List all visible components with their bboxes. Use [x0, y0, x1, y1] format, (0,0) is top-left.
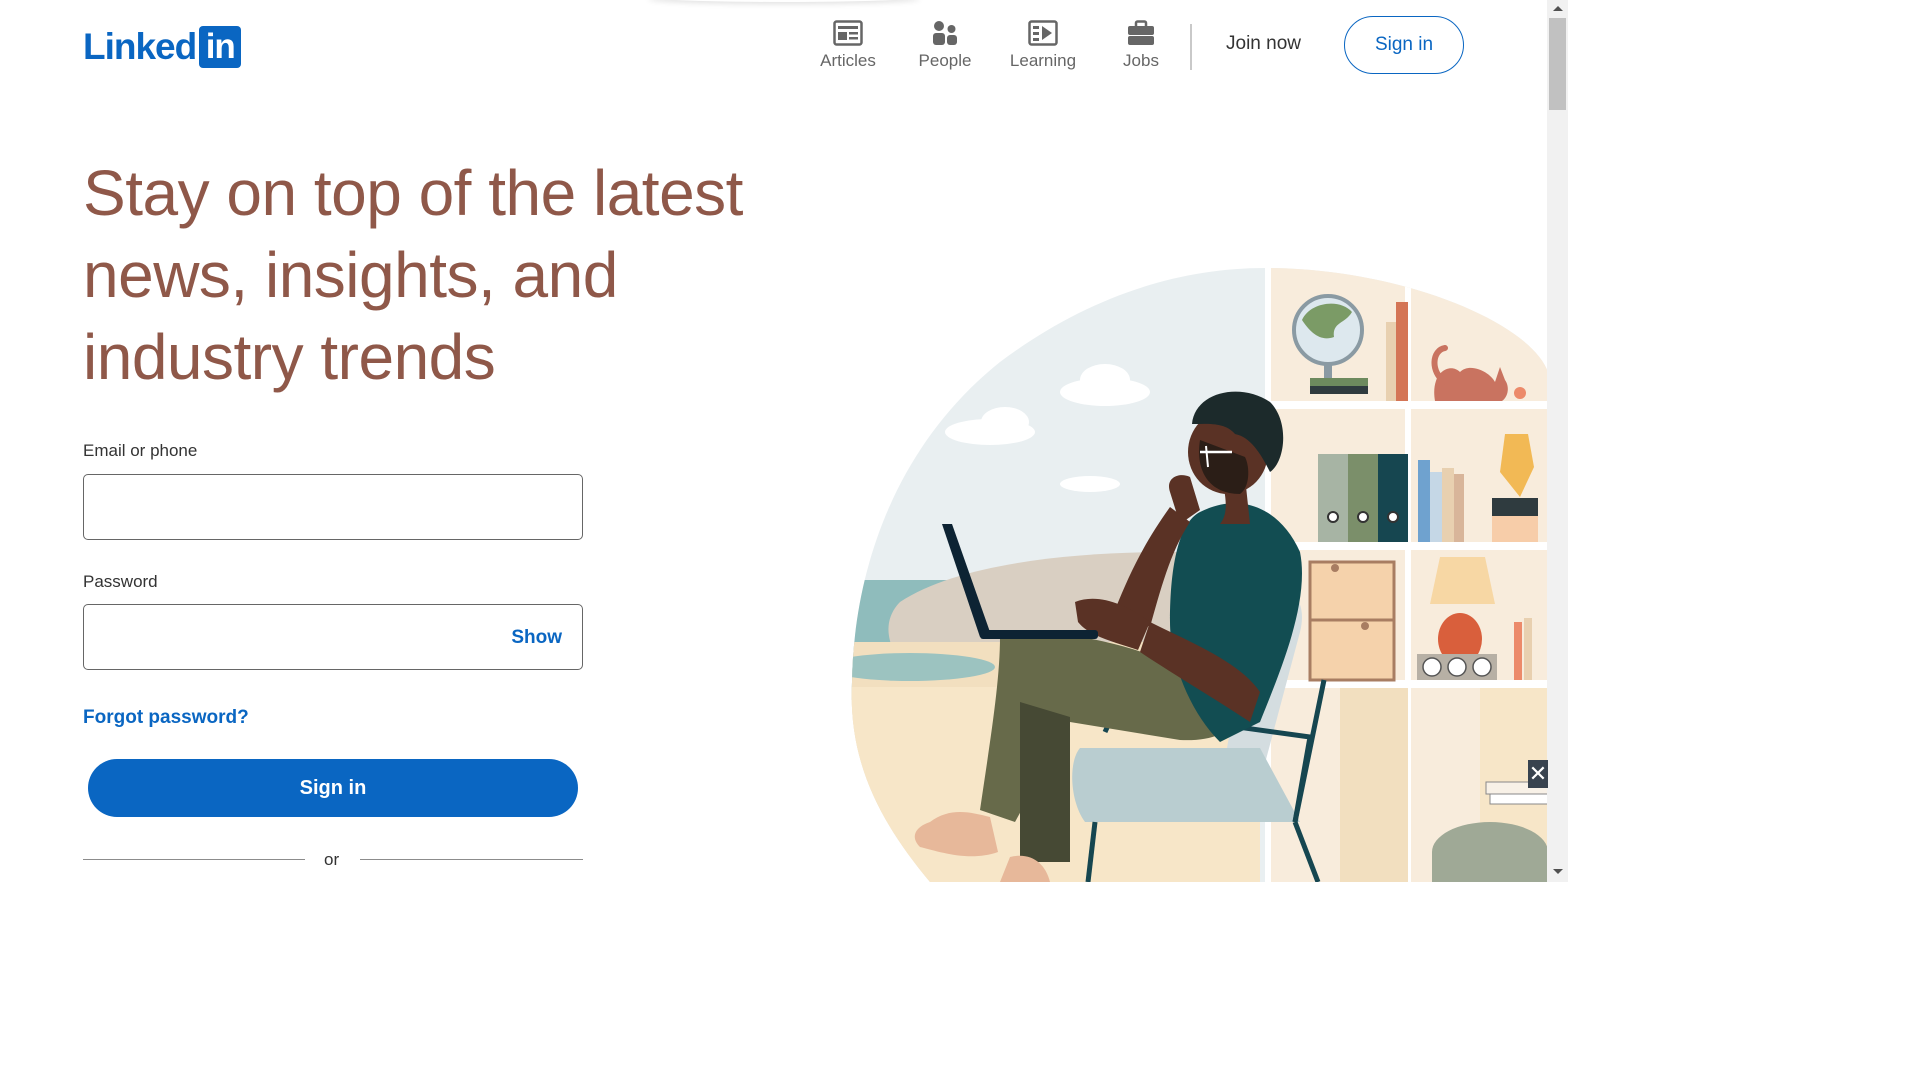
people-icon	[930, 18, 960, 48]
or-divider-label: or	[324, 850, 340, 869]
join-now-link[interactable]: Join now	[1226, 33, 1301, 55]
nav-articles-label: Articles	[820, 51, 876, 70]
nav-learning-label: Learning	[1009, 51, 1077, 70]
linkedin-login-page: Linked in Articles People Learning Jobs …	[0, 0, 1568, 882]
nav-articles[interactable]: Articles	[818, 18, 878, 71]
sign-in-button[interactable]: Sign in	[88, 759, 578, 817]
email-label: Email or phone	[83, 441, 198, 460]
nav-people[interactable]: People	[915, 18, 975, 71]
jobs-icon	[1126, 18, 1156, 48]
email-field-box	[83, 474, 583, 540]
nav-divider	[1190, 24, 1192, 70]
close-icon[interactable]: ✕	[1528, 760, 1548, 788]
password-field-box: Show	[83, 604, 583, 670]
nav-jobs-label: Jobs	[1123, 51, 1159, 70]
forgot-password-link[interactable]: Forgot password?	[83, 707, 249, 729]
password-label: Password	[83, 572, 158, 591]
or-divider-right	[360, 859, 583, 860]
nav-people-label: People	[918, 51, 972, 70]
page-headline: Stay on top of the latest news, insights…	[83, 157, 743, 393]
learning-icon	[1028, 18, 1058, 48]
linkedin-logo[interactable]: Linked in	[83, 26, 242, 68]
logo-wordmark: Linked	[83, 26, 197, 67]
page-scrollbar-track[interactable]	[1547, 0, 1568, 882]
or-divider-left	[83, 859, 305, 860]
header-sign-in-button[interactable]: Sign in	[1344, 16, 1464, 74]
nav-jobs[interactable]: Jobs	[1112, 18, 1170, 71]
password-input[interactable]	[84, 605, 512, 667]
articles-icon	[833, 18, 863, 48]
top-edge-shadow	[648, 0, 920, 2]
hero-illustration	[851, 268, 1548, 882]
email-input[interactable]	[84, 475, 512, 537]
page-scrollbar-thumb[interactable]	[1549, 18, 1566, 110]
nav-learning[interactable]: Learning	[1008, 18, 1078, 71]
scroll-up-icon[interactable]	[1553, 6, 1563, 11]
scroll-down-icon[interactable]	[1553, 869, 1563, 874]
show-password-button[interactable]: Show	[511, 627, 562, 649]
logo-in-box: in	[199, 26, 242, 68]
